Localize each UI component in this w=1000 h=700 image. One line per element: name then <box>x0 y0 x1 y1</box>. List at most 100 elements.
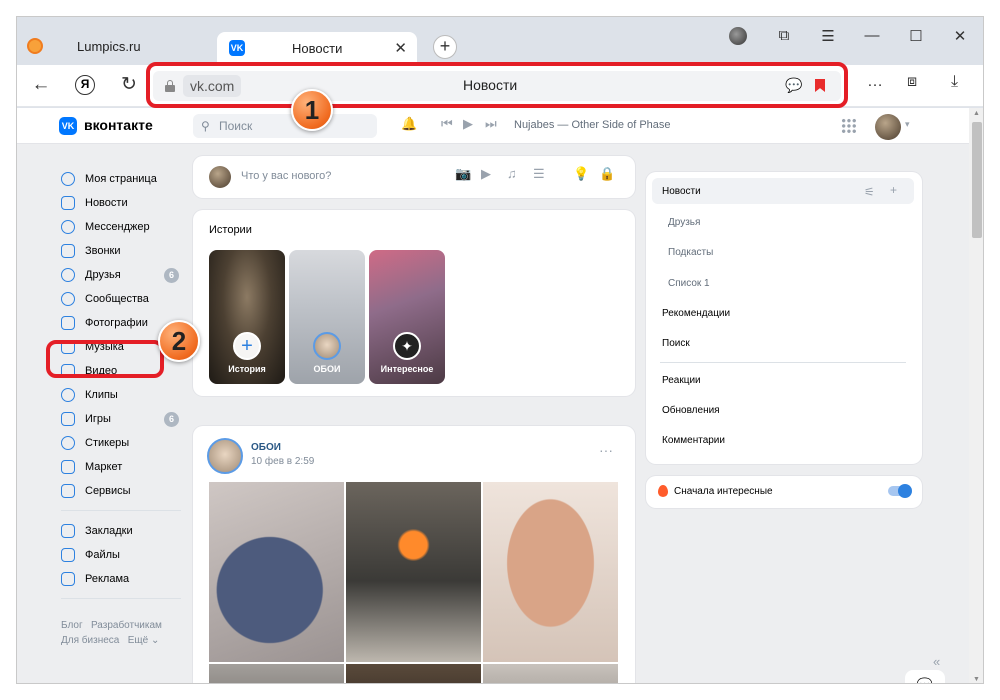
footer-business-link[interactable]: Для бизнеса <box>61 635 119 646</box>
collections-icon[interactable]: ⧈ <box>907 73 917 91</box>
filter-friends[interactable]: Друзья <box>668 217 700 228</box>
user-avatar[interactable] <box>875 114 901 140</box>
story-interesting[interactable]: ✦ Интересное <box>369 250 445 384</box>
vk-favicon-icon: VK <box>229 40 245 56</box>
post-author-avatar[interactable] <box>207 438 243 474</box>
filter-list-1[interactable]: Список 1 <box>668 278 710 289</box>
clip-play-icon[interactable]: ▶ <box>481 166 491 182</box>
notifications-bell-icon[interactable]: 🔔 <box>401 116 417 132</box>
post-photo-4[interactable] <box>209 664 344 683</box>
story-label: ОБОИ <box>313 364 341 374</box>
menu-item-files[interactable]: Файлы <box>57 544 187 566</box>
vk-logo-icon[interactable]: VK <box>59 117 77 135</box>
profile-avatar[interactable] <box>729 27 747 45</box>
clips-icon <box>61 388 75 402</box>
chat-bubble-button[interactable]: 💬 <box>905 670 945 683</box>
filter-news[interactable]: Новости <box>662 186 701 197</box>
post-photo-2[interactable] <box>346 482 481 662</box>
services-grid-icon[interactable] <box>841 118 857 134</box>
add-list-icon[interactable]: + <box>890 183 897 197</box>
minimize-button[interactable]: — <box>861 27 883 44</box>
camera-icon[interactable]: 📷 <box>455 166 471 182</box>
tab-lumpics[interactable]: Lumpics.ru <box>77 39 141 54</box>
post-photo-3[interactable] <box>483 482 618 662</box>
services-icon <box>61 484 75 498</box>
post-photo-1[interactable] <box>209 482 344 662</box>
menu-item-services[interactable]: Сервисы <box>57 480 187 502</box>
post-card: ОБОИ 10 фев в 2:59 ··· <box>193 426 635 683</box>
reload-button[interactable]: ↻ <box>117 73 141 97</box>
yandex-button[interactable]: Я <box>75 75 95 95</box>
play-icon[interactable]: ▶ <box>463 116 473 132</box>
chevron-down-icon[interactable]: ▾ <box>905 119 910 130</box>
more-button[interactable]: … <box>867 73 883 91</box>
filter-recommendations[interactable]: Рекомендации <box>662 308 730 319</box>
menu-item-stickers[interactable]: Стикеры <box>57 432 187 454</box>
menu-item-bookmarks[interactable]: Закладки <box>57 520 187 542</box>
scroll-thumb[interactable] <box>972 122 982 238</box>
filter-reactions[interactable]: Реакции <box>662 375 701 386</box>
downloads-icon[interactable]: ⤓ <box>951 73 958 91</box>
settings-sliders-icon[interactable]: ⚟ <box>864 185 875 199</box>
highlight-address-bar <box>146 62 848 108</box>
chevron-down-icon[interactable]: ⌄ <box>151 635 159 646</box>
previous-track-icon[interactable]: ⏮ <box>441 116 453 132</box>
menu-item-market[interactable]: Маркет <box>57 456 187 478</box>
menu-divider <box>61 510 181 511</box>
filter-podcasts[interactable]: Подкасты <box>668 247 713 258</box>
menu-item-my-page[interactable]: Моя страница <box>57 168 187 190</box>
next-track-icon[interactable]: ⏭ <box>485 116 497 132</box>
filter-comments[interactable]: Комментарии <box>662 435 725 446</box>
music-note-icon[interactable]: ♫ <box>507 166 517 181</box>
filter-updates[interactable]: Обновления <box>662 405 720 416</box>
player-track[interactable]: Nujabes — Other Side of Phase <box>514 119 671 131</box>
story-oboi[interactable]: ОБОИ <box>289 250 365 384</box>
maximize-button[interactable]: ☐ <box>905 27 927 45</box>
tab-close-icon[interactable]: ✕ <box>394 39 407 57</box>
idea-icon[interactable]: 💡 <box>573 166 589 182</box>
menu-item-calls[interactable]: Звонки <box>57 240 187 262</box>
menu-divider <box>61 598 181 599</box>
scroll-up-icon[interactable]: ▲ <box>973 110 980 117</box>
post-photo-6[interactable] <box>483 664 618 683</box>
tab-news[interactable]: VK Новости ✕ <box>217 32 417 65</box>
menu-item-clips[interactable]: Клипы <box>57 384 187 406</box>
scroll-down-icon[interactable]: ▼ <box>973 676 980 683</box>
menu-item-ads[interactable]: Реклама <box>57 568 187 590</box>
page-scrollbar[interactable]: ▲ ▼ <box>969 108 983 683</box>
smile-icon <box>61 436 75 450</box>
sort-toggle[interactable] <box>888 484 912 498</box>
privacy-lock-icon[interactable]: 🔒 <box>599 166 615 182</box>
close-window-button[interactable]: ✕ <box>949 27 971 45</box>
footer-blog-link[interactable]: Блог <box>61 620 83 631</box>
article-icon[interactable]: ☰ <box>533 166 545 182</box>
post-menu-icon[interactable]: ··· <box>599 442 613 458</box>
story-label: Интересное <box>380 364 434 374</box>
post-photo-5[interactable] <box>346 664 481 683</box>
new-tab-button[interactable]: + <box>433 35 457 59</box>
story-add[interactable]: + История <box>209 250 285 384</box>
menu-item-messenger[interactable]: Мессенджер <box>57 216 187 238</box>
fire-icon <box>658 485 668 497</box>
composer-placeholder[interactable]: Что у вас нового? <box>241 170 331 182</box>
news-icon <box>61 196 75 210</box>
post-composer[interactable]: Что у вас нового? 📷 ▶ ♫ ☰ 💡 🔒 <box>193 156 635 198</box>
composer-avatar <box>209 166 231 188</box>
footer-developers-link[interactable]: Разработчикам <box>91 620 162 631</box>
toggle-knob <box>898 484 912 498</box>
user-icon <box>61 172 75 186</box>
filter-search[interactable]: Поиск <box>662 338 690 349</box>
vk-logo-text[interactable]: вконтакте <box>84 117 153 133</box>
back-button[interactable]: ← <box>29 73 53 97</box>
post-date[interactable]: 10 фев в 2:59 <box>251 456 314 467</box>
extensions-icon[interactable]: ⧉ <box>773 27 795 44</box>
footer-more-link[interactable]: Ещё <box>128 635 148 646</box>
menu-item-news[interactable]: Новости <box>57 192 187 214</box>
menu-icon[interactable]: ☰ <box>817 27 839 45</box>
post-author[interactable]: ОБОИ <box>251 442 281 453</box>
vk-search-input[interactable]: ⚲ Поиск <box>193 114 377 138</box>
menu-item-communities[interactable]: Сообщества <box>57 288 187 310</box>
menu-item-games[interactable]: Игры 6 <box>57 408 187 430</box>
menu-item-friends[interactable]: Друзья 6 <box>57 264 187 286</box>
collapse-icon[interactable]: « <box>933 654 940 669</box>
